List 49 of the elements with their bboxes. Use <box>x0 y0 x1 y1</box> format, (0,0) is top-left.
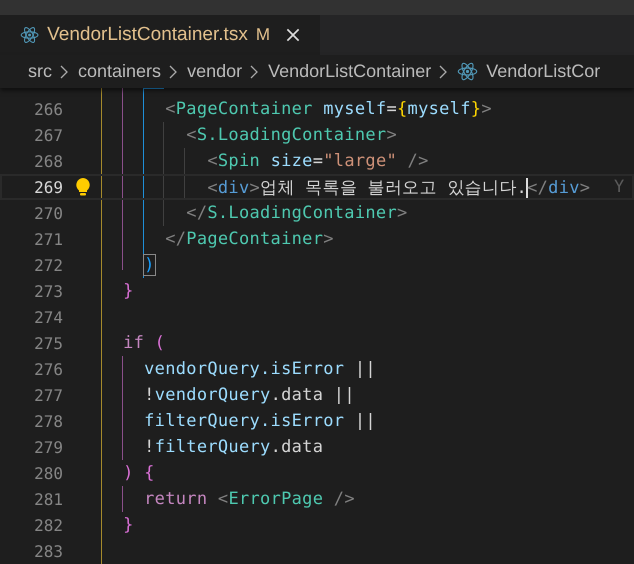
line-number: 278 <box>33 412 63 430</box>
atom-icon <box>457 61 478 82</box>
editor-tab[interactable]: VendorListContainer.tsx M <box>0 15 320 55</box>
code-line: ) { <box>122 463 155 483</box>
breadcrumb-item[interactable]: src <box>28 61 52 82</box>
breadcrumb-item[interactable]: vendor <box>187 61 242 82</box>
chevron-icon <box>167 64 180 78</box>
breadcrumb-item[interactable]: containers <box>78 61 162 82</box>
code-line: </S.LoadingContainer> <box>185 203 408 223</box>
code-line: } <box>122 515 134 535</box>
code-line: filterQuery.isError || <box>143 411 376 431</box>
code-line: vendorQuery.isError || <box>143 359 376 379</box>
line-number: 276 <box>33 360 63 378</box>
line-number: 270 <box>33 204 63 222</box>
atom-icon <box>20 24 40 46</box>
line-number: 272 <box>33 256 63 274</box>
line-number: 268 <box>33 152 63 170</box>
code-line: <Spin size="large" /> <box>206 151 429 171</box>
line-number: 275 <box>33 334 63 352</box>
code-line: !filterQuery.data <box>143 437 324 457</box>
line-number: 283 <box>33 542 63 560</box>
line-number: 277 <box>33 386 63 404</box>
code-line: ) <box>143 255 155 275</box>
line-number: 281 <box>33 490 63 508</box>
line-number: 271 <box>33 230 63 248</box>
line-number: 274 <box>33 308 63 326</box>
chevron-icon <box>58 64 70 78</box>
line-number: 267 <box>33 126 63 144</box>
line-number: 282 <box>33 516 63 534</box>
tab-title: VendorListContainer.tsx <box>47 24 248 46</box>
breadcrumb-item[interactable]: VendorListContainer <box>268 61 432 82</box>
chevron-icon <box>248 64 260 78</box>
code-line: !vendorQuery.data || <box>143 385 355 405</box>
line-number: 269 <box>33 178 63 196</box>
line-number: 280 <box>33 464 63 482</box>
code-line: return <ErrorPage /> <box>143 489 355 509</box>
code-line: } <box>122 281 134 301</box>
line-number: 273 <box>33 282 63 300</box>
blame-annotation: Y <box>614 177 624 197</box>
code-line: <PageContainer myself={myself}> <box>164 99 492 119</box>
code-line: <S.LoadingContainer> <box>185 125 398 145</box>
code-line: </PageContainer> <box>164 229 334 249</box>
code-line: if ( <box>122 333 166 353</box>
lightbulb-icon[interactable] <box>76 178 90 196</box>
line-number: 279 <box>33 438 63 456</box>
modified-indicator: M <box>256 25 270 45</box>
breadcrumb-item[interactable]: VendorListCor <box>486 61 600 82</box>
chevron-icon <box>437 64 450 78</box>
line-number: 266 <box>33 100 63 118</box>
